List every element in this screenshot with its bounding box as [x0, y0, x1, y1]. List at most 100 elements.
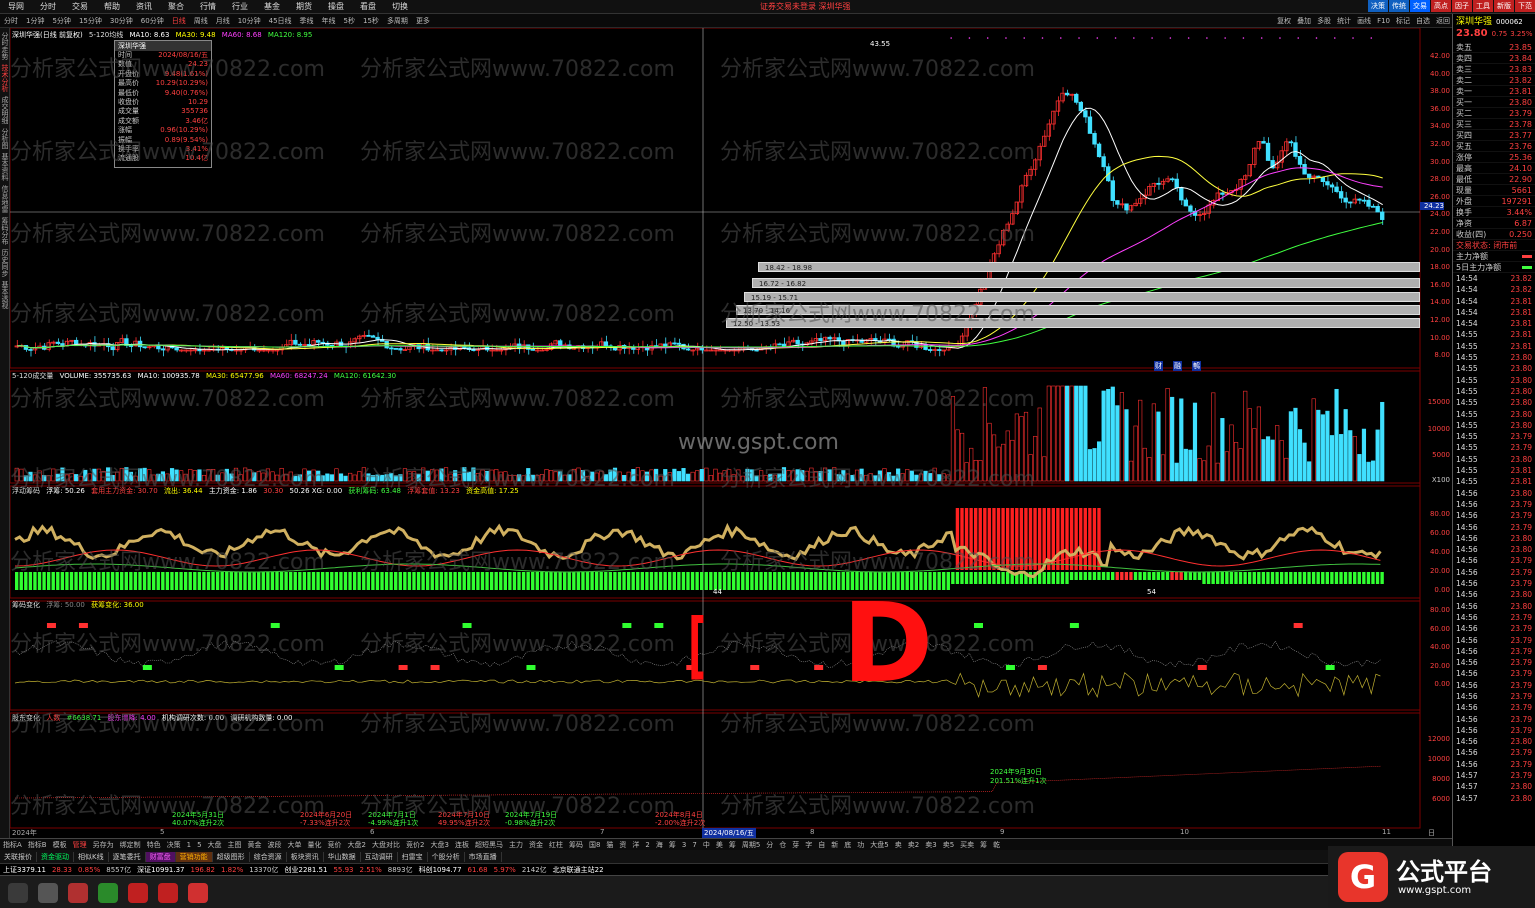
top-button[interactable]: 因子 [1452, 0, 1472, 12]
indicator-tab[interactable]: 芽 [789, 840, 802, 850]
cyb-index[interactable]: 创业2281.51 [282, 865, 331, 875]
flow-indicator-name[interactable]: 浮动筹码 [12, 487, 40, 495]
menu-item[interactable]: 聚合 [160, 1, 192, 12]
indicator-tab[interactable]: 海 [653, 840, 666, 850]
period-tab[interactable]: 月线 [212, 16, 234, 26]
function-tab[interactable]: 个股分析 [428, 851, 465, 862]
indicator-tab[interactable]: 功 [854, 840, 867, 850]
chart-tool-button[interactable]: F10 [1374, 17, 1393, 25]
quote-stat[interactable]: 换手 3.44% [1453, 207, 1535, 218]
period-tab[interactable]: 15秒 [359, 16, 383, 26]
top-button[interactable]: 传统 [1389, 0, 1409, 12]
holder-indicator-name[interactable]: 股东变化 [12, 714, 40, 722]
bid-level[interactable]: 买一 23.80 [1453, 97, 1535, 108]
function-tab[interactable]: 财富盘 [145, 851, 176, 862]
menu-item[interactable]: 交易 [64, 1, 96, 12]
menu-item[interactable]: 操盘 [320, 1, 352, 12]
status-row[interactable]: 5日主力净额 [1453, 262, 1535, 273]
menu-item[interactable]: 分时 [32, 1, 64, 12]
indicator-tab[interactable]: 模板 [50, 840, 70, 850]
left-tool-tab[interactable]: 成交明细 [0, 96, 9, 124]
indicator-tab[interactable]: 卖2 [905, 840, 922, 850]
period-tab[interactable]: 1分钟 [22, 16, 48, 26]
indicator-tab[interactable]: 1 [184, 841, 194, 849]
function-tab[interactable]: 板块资讯 [287, 851, 324, 862]
browser-icon[interactable] [68, 883, 88, 903]
period-tab[interactable]: 5秒 [340, 16, 359, 26]
quote-stat[interactable]: 最高 24.10 [1453, 163, 1535, 174]
quote-stat[interactable]: 净资 6.87 [1453, 218, 1535, 229]
indicator-tab[interactable]: 大盘3 [427, 840, 451, 850]
period-tab[interactable]: 分时 [0, 16, 22, 26]
indicator-tab[interactable]: 筹 [666, 840, 679, 850]
indicator-tab[interactable]: 底 [841, 840, 854, 850]
indicator-tab[interactable]: 美 [713, 840, 726, 850]
sz-index[interactable]: 深证10991.37 [134, 865, 187, 875]
ask-level[interactable]: 卖一 23.81 [1453, 86, 1535, 97]
left-tool-tab[interactable]: 历史同步 [0, 249, 9, 277]
indicator-tab[interactable]: 洋 [629, 840, 642, 850]
left-tool-tab[interactable]: 分时走势 [0, 32, 9, 60]
top-button[interactable]: 高点 [1431, 0, 1451, 12]
indicator-tab[interactable]: 国8 [586, 840, 603, 850]
function-tab[interactable]: 逐笔委托 [109, 851, 146, 862]
menu-item[interactable]: 基金 [256, 1, 288, 12]
app-icon[interactable] [128, 883, 148, 903]
menu-item[interactable]: 期货 [288, 1, 320, 12]
menu-item[interactable]: 行业 [224, 1, 256, 12]
function-tab[interactable]: 综合资源 [250, 851, 287, 862]
indicator-tab[interactable]: 资 [616, 840, 629, 850]
indicator-tab[interactable]: 特色 [144, 840, 164, 850]
indicator-tab[interactable]: 量化 [305, 840, 325, 850]
period-tab[interactable]: 30分钟 [106, 16, 137, 26]
indicator-tab[interactable]: 新 [828, 840, 841, 850]
indicator-tab[interactable]: 大盘2 [345, 840, 369, 850]
function-tab[interactable]: 市场直播 [465, 851, 502, 862]
left-tool-tab[interactable]: 基本资料 [0, 153, 9, 181]
period-tab[interactable]: 季线 [296, 16, 318, 26]
indicator-tab[interactable]: 筹 [977, 840, 990, 850]
left-tool-tab[interactable]: 信息地雷 [0, 185, 9, 213]
indicator-tab[interactable]: 自 [815, 840, 828, 850]
indicator-tab[interactable]: 3 [679, 841, 689, 849]
bid-level[interactable]: 买二 23.79 [1453, 108, 1535, 119]
chart-tool-button[interactable]: 标记 [1393, 16, 1413, 26]
indicator-tab[interactable]: 乾 [990, 840, 1003, 850]
function-tab[interactable]: 关联报价 [0, 851, 37, 862]
menu-item[interactable]: 帮助 [96, 1, 128, 12]
indicator-tab[interactable]: 中 [700, 840, 713, 850]
quote-stat[interactable]: 现量 5661 [1453, 185, 1535, 196]
indicator-tab[interactable]: 另存为 [90, 840, 117, 850]
wechat-icon[interactable] [98, 883, 118, 903]
chart-tool-button[interactable]: 画线 [1354, 16, 1374, 26]
period-tab[interactable]: 5分钟 [48, 16, 74, 26]
indicator-tab[interactable]: 竞价 [325, 840, 345, 850]
indicator-tab[interactable]: 买卖 [957, 840, 977, 850]
indicator-tab[interactable]: 连板 [452, 840, 472, 850]
wps-icon[interactable] [188, 883, 208, 903]
indicator-tab[interactable]: 周期5 [739, 840, 763, 850]
top-button[interactable]: 决策 [1368, 0, 1388, 12]
indicator-tab[interactable]: 大盘对比 [369, 840, 403, 850]
quote-stat[interactable]: 外盘 197291 [1453, 196, 1535, 207]
indicator-name[interactable]: 5-120均线 [89, 31, 123, 39]
chart-tool-button[interactable]: 自选 [1413, 16, 1433, 26]
indicator-tab[interactable]: 字 [802, 840, 815, 850]
indicator-tab[interactable]: 7 [689, 841, 699, 849]
indicator-tab[interactable]: 管理 [70, 840, 90, 850]
function-tab[interactable]: 相似K线 [74, 851, 109, 862]
function-tab[interactable]: 营销功能 [175, 851, 213, 862]
sh-index[interactable]: 上证3379.11 [0, 865, 49, 875]
kc-index[interactable]: 科创1094.77 [416, 865, 465, 875]
quote-stat[interactable]: 收益(四) 0.250 [1453, 229, 1535, 240]
indicator-tab[interactable]: 2 [642, 841, 652, 849]
crosshair-info-box[interactable]: 深圳华强 时间 2024/08/16/五 数值 24.23 开盘价 9.48(1.61%)… [114, 40, 212, 168]
ask-level[interactable]: 卖五 23.85 [1453, 42, 1535, 53]
period-tab[interactable]: 年线 [318, 16, 340, 26]
chart-tool-button[interactable]: 返回 [1433, 16, 1453, 26]
bid-level[interactable]: 买三 23.78 [1453, 119, 1535, 130]
stock-app-icon[interactable] [158, 883, 178, 903]
windows-start-icon[interactable] [8, 883, 28, 903]
status-row[interactable]: 主力净额 [1453, 251, 1535, 262]
left-tool-tab[interactable]: 分析图 [0, 128, 9, 149]
